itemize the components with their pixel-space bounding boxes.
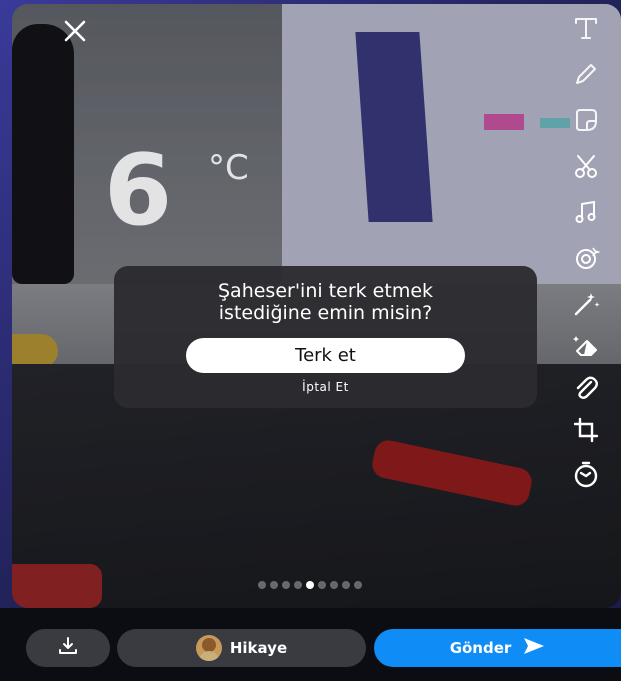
page-dot: [330, 581, 338, 589]
dialog-message: Şaheser'ini terk etmek istediğine emin m…: [114, 280, 537, 324]
eraser-icon[interactable]: [566, 328, 606, 364]
leave-button[interactable]: Terk et: [186, 338, 465, 373]
page-dot: [318, 581, 326, 589]
send-label: Gönder: [449, 639, 512, 657]
temperature-value: 6: [104, 134, 173, 248]
temperature-sticker[interactable]: 6 °C: [104, 134, 249, 248]
page-dot: [258, 581, 266, 589]
music-icon[interactable]: [566, 194, 606, 230]
story-label: Hikaye: [229, 639, 288, 657]
download-button[interactable]: [26, 629, 110, 667]
page-dot: [282, 581, 290, 589]
text-icon[interactable]: [566, 10, 606, 46]
scissors-icon[interactable]: [566, 148, 606, 184]
lens-icon[interactable]: [566, 240, 606, 276]
page-dot: [270, 581, 278, 589]
download-icon: [57, 635, 79, 661]
page-dot-active: [306, 581, 314, 589]
crop-icon[interactable]: [566, 412, 606, 448]
timer-icon[interactable]: [566, 456, 606, 492]
avatar: [195, 635, 222, 661]
paperclip-icon[interactable]: [566, 370, 606, 406]
magic-wand-icon[interactable]: [566, 286, 606, 322]
dialog-message-line2: istediğine emin misin?: [218, 302, 433, 324]
leave-confirmation-dialog: Şaheser'ini terk etmek istediğine emin m…: [114, 266, 537, 408]
dialog-message-line1: Şaheser'ini terk etmek: [217, 280, 434, 302]
pencil-icon[interactable]: [566, 56, 606, 92]
send-arrow-icon: [523, 637, 545, 659]
temperature-unit: °C: [208, 148, 249, 188]
sticker-icon[interactable]: [566, 102, 606, 138]
page-dot: [354, 581, 362, 589]
page-indicator: [258, 581, 362, 589]
cancel-button[interactable]: İptal Et: [114, 380, 537, 394]
page-dot: [342, 581, 350, 589]
send-button[interactable]: Gönder: [374, 629, 621, 667]
close-icon[interactable]: [60, 18, 90, 48]
page-dot: [294, 581, 302, 589]
story-button[interactable]: Hikaye: [117, 629, 366, 667]
